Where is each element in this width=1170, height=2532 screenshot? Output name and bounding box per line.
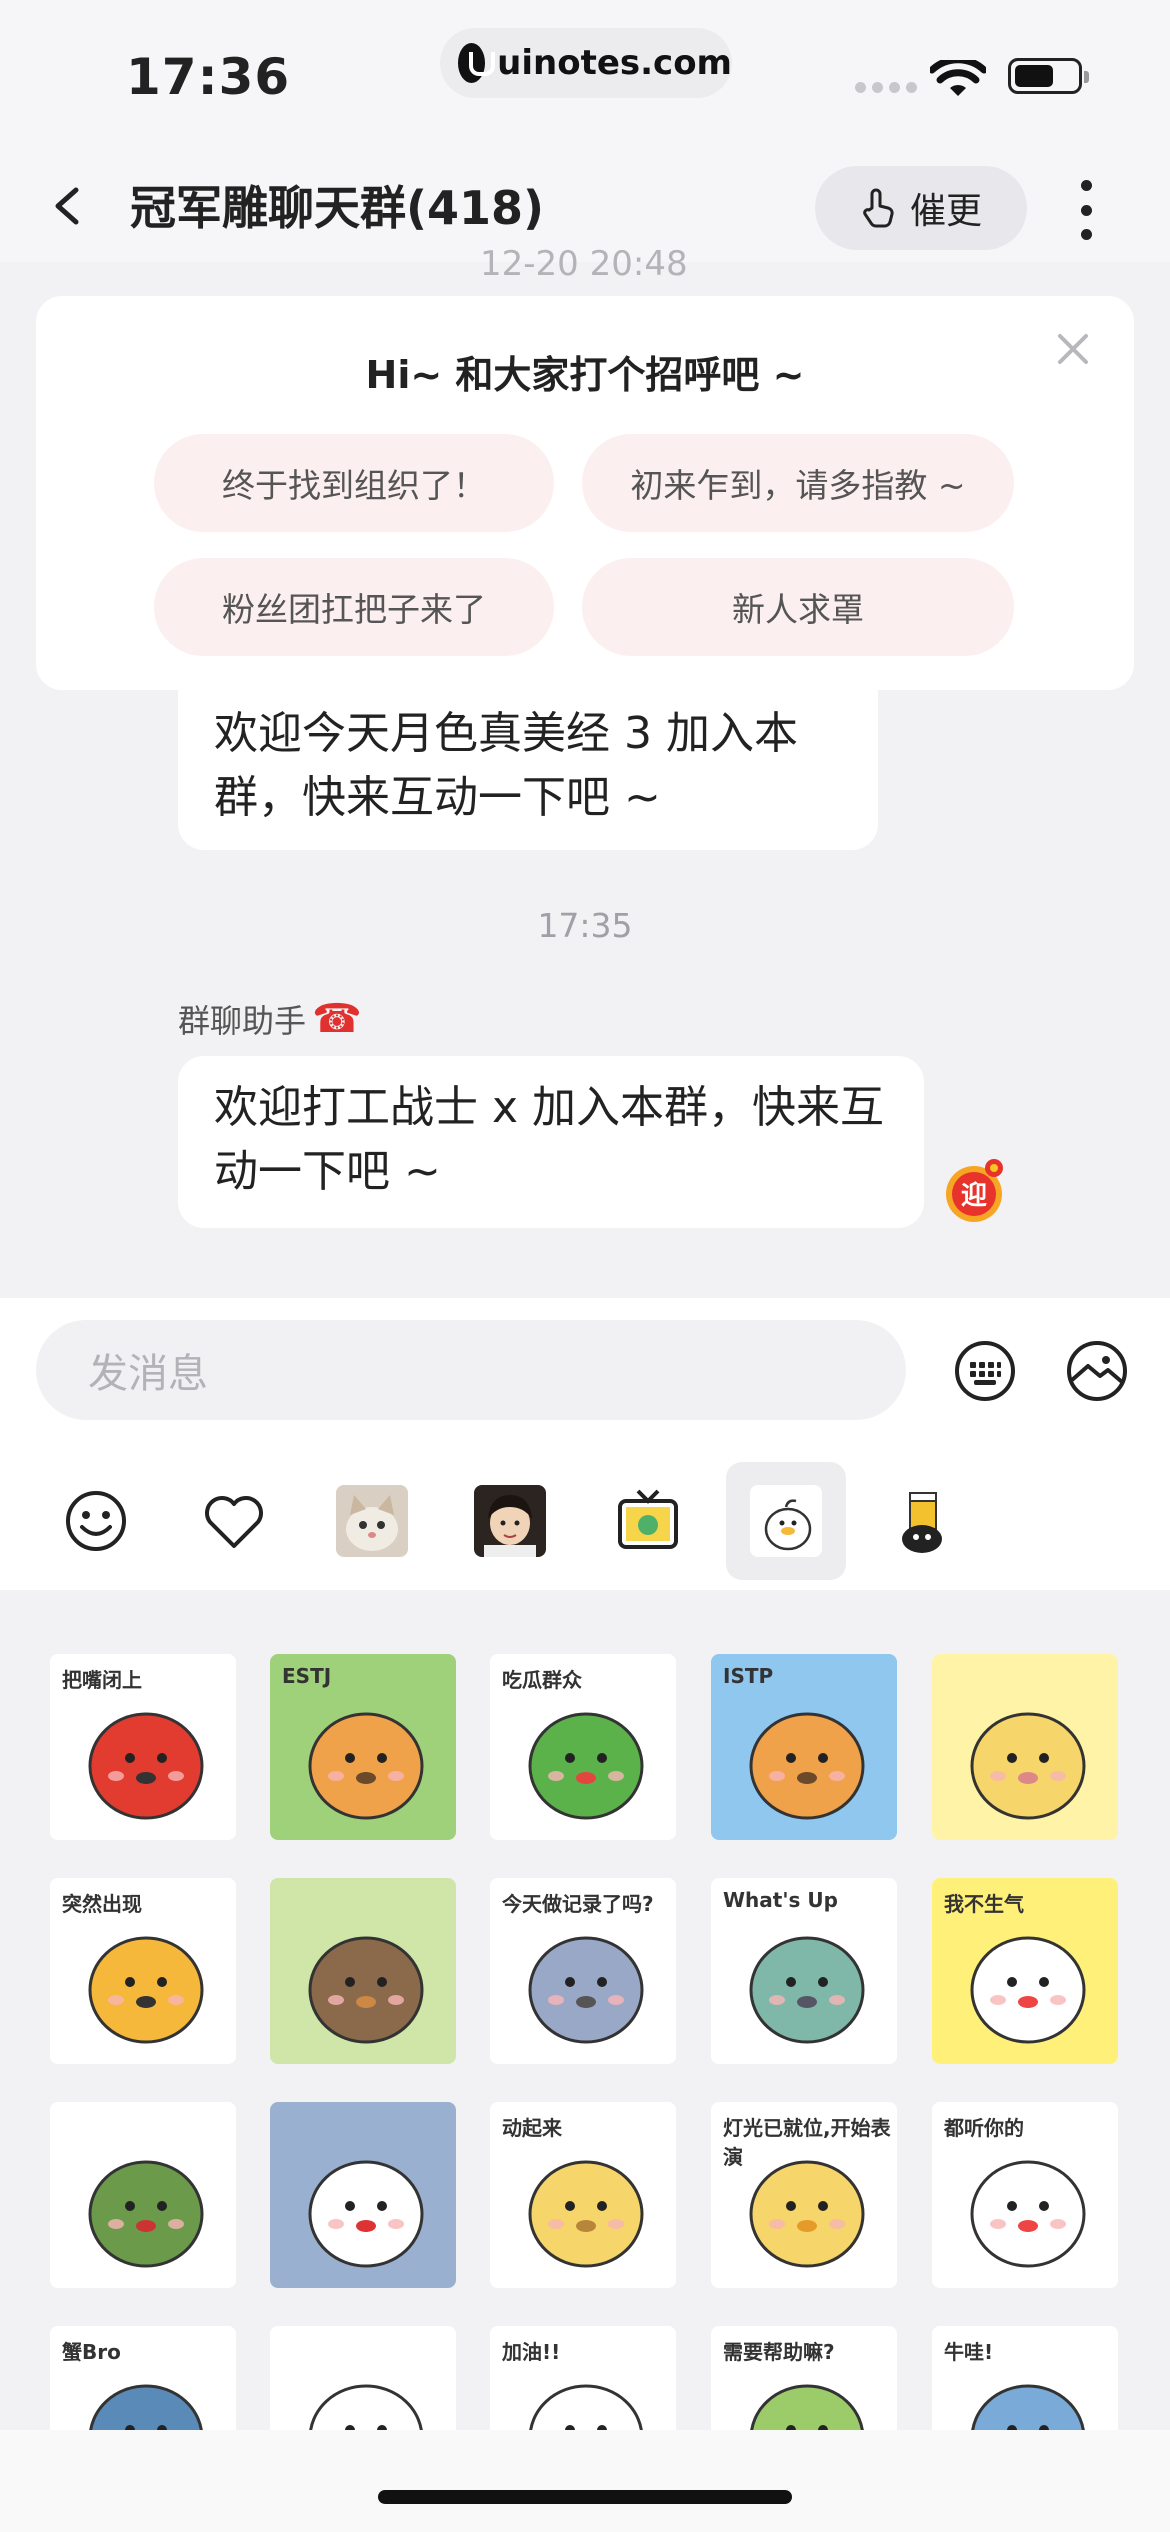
telephone-icon: ☎ — [312, 996, 362, 1042]
sticker-caption: 我不生气 — [944, 1892, 1024, 1916]
chip-label: 初来乍到，请多指教 ~ — [630, 466, 966, 505]
sticker-item[interactable]: 需要帮助嘛? — [711, 2326, 897, 2430]
sticker-image — [270, 2326, 456, 2430]
sticker-caption: 动起来 — [502, 2116, 562, 2140]
chip-label: 终于找到组织了！ — [222, 466, 486, 505]
sticker-item[interactable]: 突然出现 — [50, 1878, 236, 2064]
smiley-icon — [66, 1491, 126, 1551]
url-pill[interactable]: uinotes.com — [440, 28, 732, 98]
sticker-item[interactable] — [270, 2326, 456, 2430]
system-message-bubble: 欢迎今天月色真美经 3 加入本群，快来互动一下吧 ~ — [178, 664, 878, 850]
tab-tv-sticker[interactable] — [588, 1462, 708, 1580]
url-text: uinotes.com — [497, 43, 732, 83]
sticker-caption: 加油!! — [502, 2340, 561, 2364]
sticker-image — [932, 1654, 1118, 1840]
sticker-item[interactable]: 加油!! — [490, 2326, 676, 2430]
sticker-caption: 牛哇! — [944, 2340, 994, 2364]
home-area — [0, 2430, 1170, 2532]
chip-label: 粉丝团扛把子来了 — [222, 590, 486, 629]
input-panel: 发消息 — [0, 1298, 1170, 1590]
sticker-item[interactable]: 动起来 — [490, 2102, 676, 2288]
sticker-caption: ISTP — [723, 1664, 774, 1688]
sticker-item[interactable]: ESTJ — [270, 1654, 456, 1840]
heart-icon — [205, 1496, 263, 1548]
urge-label: 催更 — [909, 191, 982, 232]
sticker-caption: 灯光已就位,开始表演 — [723, 2116, 891, 2169]
sticker-item[interactable] — [932, 1654, 1118, 1840]
back-arrow-icon[interactable] — [48, 186, 88, 226]
greeting-chip[interactable]: 终于找到组织了！ — [154, 434, 554, 532]
sticker-item[interactable] — [270, 2102, 456, 2288]
close-icon[interactable] — [1056, 332, 1090, 366]
greeting-chip[interactable]: 新人求罩 — [582, 558, 1014, 656]
sticker-item[interactable]: 今天做记录了吗? — [490, 1878, 676, 2064]
sticker-item[interactable]: ISTP — [711, 1654, 897, 1840]
signal-icon — [855, 82, 917, 93]
tab-emoji[interactable] — [36, 1462, 156, 1580]
battery-icon — [1008, 58, 1089, 94]
sender-name: 群聊助手 ☎ — [178, 996, 362, 1042]
sticker-item[interactable]: 牛哇! — [932, 2326, 1118, 2430]
sticker-caption: 突然出现 — [62, 1892, 142, 1916]
image-picker-icon[interactable] — [1066, 1340, 1128, 1402]
greeting-chip[interactable]: 初来乍到，请多指教 ~ — [582, 434, 1014, 532]
keyboard-icon[interactable] — [954, 1340, 1016, 1402]
greeting-title: Hi~ 和大家打个招呼吧 ~ — [365, 353, 805, 397]
sticker-item[interactable]: 把嘴闭上 — [50, 1654, 236, 1840]
tab-duck-sticker[interactable] — [726, 1462, 846, 1580]
status-time: 17:36 — [126, 48, 291, 106]
sticker-caption: 吃瓜群众 — [502, 1668, 582, 1692]
message-time: 17:35 — [537, 906, 633, 945]
tv-sticker — [612, 1485, 684, 1557]
sticker-item[interactable]: 灯光已就位,开始表演 — [711, 2102, 897, 2288]
sticker-item[interactable]: 我不生气 — [932, 1878, 1118, 2064]
sticker-image — [270, 2102, 456, 2288]
status-bar: 17:36 uinotes.com — [0, 0, 1170, 150]
sticker-caption: ESTJ — [282, 1664, 332, 1688]
sticker-item[interactable] — [50, 2102, 236, 2288]
home-indicator[interactable] — [378, 2490, 792, 2504]
wifi-icon — [930, 60, 986, 96]
sticker-item[interactable] — [270, 1878, 456, 2064]
sticker-caption: 今天做记录了吗? — [502, 1892, 654, 1916]
welcome-badge-text: 迎 — [961, 1180, 987, 1211]
sticker-item[interactable]: What's Up — [711, 1878, 897, 2064]
child-photo — [474, 1485, 546, 1557]
message-input[interactable]: 发消息 — [36, 1320, 906, 1420]
cat-photo — [336, 1485, 408, 1557]
tab-beer-sticker[interactable] — [864, 1462, 984, 1580]
sticker-image — [50, 2102, 236, 2288]
sender-label: 群聊助手 — [178, 1002, 307, 1040]
page-title: 冠军雕聊天群(418) — [130, 181, 545, 235]
duck-sticker — [750, 1485, 822, 1557]
greeting-chip[interactable]: 粉丝团扛把子来了 — [154, 558, 554, 656]
sticker-grid: 把嘴闭上 ESTJ 吃瓜群众 ISTP 突然出现 今天做记录了吗? What's Up 我不生… — [0, 1590, 1170, 2430]
more-options-icon[interactable] — [1074, 180, 1098, 240]
tab-cat-sticker[interactable] — [312, 1462, 432, 1580]
input-placeholder: 发消息 — [88, 1351, 208, 1397]
tab-favorites[interactable] — [174, 1462, 294, 1580]
sticker-caption: 把嘴闭上 — [62, 1668, 142, 1692]
beer-sticker — [888, 1485, 960, 1557]
chip-label: 新人求罩 — [732, 590, 864, 629]
sticker-caption: 蟹Bro — [62, 2340, 121, 2364]
tap-hand-icon — [863, 188, 894, 228]
sticker-item[interactable]: 蟹Bro — [50, 2326, 236, 2430]
sticker-image — [270, 1878, 456, 2064]
site-logo-icon — [458, 43, 496, 83]
system-message-bubble: 欢迎打工战士 x 加入本群，快来互动一下吧 ~ — [178, 1056, 924, 1228]
urge-update-button[interactable]: 催更 — [815, 166, 1027, 250]
sticker-item[interactable]: 吃瓜群众 — [490, 1654, 676, 1840]
greeting-card: Hi~ 和大家打个招呼吧 ~ 终于找到组织了！ 初来乍到，请多指教 ~ 粉丝团扛… — [36, 296, 1134, 690]
sticker-caption: 都听你的 — [944, 2116, 1024, 2140]
sticker-caption: 需要帮助嘛? — [723, 2340, 835, 2364]
sticker-caption: What's Up — [723, 1888, 838, 1912]
message-text: 欢迎今天月色真美经 3 加入本群，快来互动一下吧 ~ — [214, 708, 798, 823]
message-text: 欢迎打工战士 x 加入本群，快来互动一下吧 ~ — [214, 1082, 885, 1197]
tab-child-sticker[interactable] — [450, 1462, 570, 1580]
message-timestamp: 12-20 20:48 — [480, 244, 688, 284]
welcome-badge-icon[interactable]: 迎 — [938, 1154, 1012, 1228]
sticker-item[interactable]: 都听你的 — [932, 2102, 1118, 2288]
